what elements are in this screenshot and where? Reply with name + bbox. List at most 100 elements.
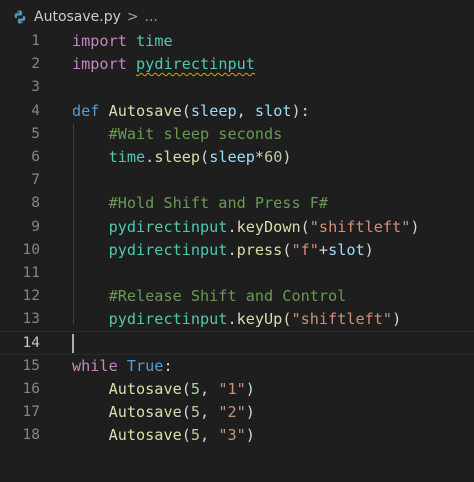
code-line[interactable]: 13 pydirectinput.keyUp("shiftleft") xyxy=(0,308,474,331)
code-token: 5 xyxy=(190,379,201,398)
code-token: 5 xyxy=(190,426,201,445)
code-token: pydirectinput xyxy=(108,310,228,329)
line-content: import time xyxy=(72,30,173,53)
code-token: Autosave xyxy=(108,379,182,398)
code-token: def xyxy=(72,101,100,120)
line-number: 1 xyxy=(31,33,40,49)
code-line[interactable]: 5 #Wait sleep seconds xyxy=(0,123,474,146)
line-content: def Autosave(sleep, slot): xyxy=(72,100,310,123)
code-line[interactable]: 7 xyxy=(0,169,474,192)
line-number: 6 xyxy=(31,148,40,165)
code-token: pydirectinput xyxy=(108,217,228,236)
code-token: ( xyxy=(181,379,191,398)
line-number: 10 xyxy=(22,241,40,258)
line-content: Autosave(5, "2") xyxy=(72,401,255,424)
code-token: "2" xyxy=(218,403,246,421)
text-cursor xyxy=(72,334,74,354)
code-token: , xyxy=(200,403,219,421)
code-line[interactable]: 8 #Hold Shift and Press F# xyxy=(0,192,474,215)
code-token: ) xyxy=(364,240,374,259)
line-number: 4 xyxy=(31,102,40,119)
code-token: time xyxy=(136,32,173,50)
code-token: slot xyxy=(254,101,292,120)
code-token: Autosave xyxy=(108,403,182,421)
code-line[interactable]: 16 Autosave(5, "1") xyxy=(0,378,474,401)
code-line[interactable]: 9 pydirectinput.keyDown("shiftleft") xyxy=(0,216,474,239)
code-line[interactable]: 11 xyxy=(0,262,474,285)
line-content: import pydirectinput xyxy=(72,53,255,76)
code-line[interactable]: 3 xyxy=(0,76,474,99)
code-token: 5 xyxy=(190,403,201,421)
line-number: 14 xyxy=(22,335,40,352)
code-token: ( xyxy=(181,426,191,445)
code-token: . xyxy=(145,147,155,166)
line-number: 16 xyxy=(22,380,40,397)
code-token: , xyxy=(200,426,219,445)
line-content: Autosave(5, "1") xyxy=(72,378,255,401)
line-number: 8 xyxy=(31,195,40,212)
code-token: , xyxy=(236,101,255,120)
code-token: sleep xyxy=(154,147,201,166)
code-token: "shiftleft" xyxy=(291,310,393,329)
code-token: 60 xyxy=(264,147,283,166)
code-editor[interactable]: Autosave.py > ... 1 import time 2 import py… xyxy=(0,0,474,482)
code-token: * xyxy=(254,147,265,166)
code-line[interactable]: 10 pydirectinput.press("f"+slot) xyxy=(0,239,474,262)
line-number: 9 xyxy=(31,218,40,235)
code-token: import xyxy=(72,55,127,74)
line-number: 18 xyxy=(22,427,40,444)
line-number: 7 xyxy=(31,172,40,189)
line-number: 11 xyxy=(22,264,40,281)
code-token: "3" xyxy=(218,426,246,445)
code-token: press xyxy=(236,240,283,259)
breadcrumb-more[interactable]: ... xyxy=(145,9,158,25)
code-line[interactable]: 4 def Autosave(sleep, slot): xyxy=(0,100,474,123)
line-content: Autosave(5, "3") xyxy=(72,424,255,447)
code-token: #Hold Shift and Press F# xyxy=(108,194,329,213)
code-line[interactable]: 6 time.sleep(sleep*60) xyxy=(0,146,474,169)
python-file-icon xyxy=(12,9,28,25)
code-line[interactable]: 2 import pydirectinput xyxy=(0,53,474,76)
breadcrumb-separator: > xyxy=(126,9,139,25)
code-token: keyUp xyxy=(236,310,283,329)
code-token: ) xyxy=(245,403,255,421)
code-token: . xyxy=(227,217,237,236)
line-content: pydirectinput.keyUp("shiftleft") xyxy=(72,308,402,331)
code-area[interactable]: 1 import time 2 import pydirectinput 3 4 def A… xyxy=(0,30,474,447)
code-line[interactable]: 12 #Release Shift and Control xyxy=(0,285,474,308)
code-line[interactable]: 18 Autosave(5, "3") xyxy=(0,424,474,447)
line-content: pydirectinput.keyDown("shiftleft") xyxy=(72,216,420,239)
code-token: . xyxy=(227,240,237,259)
line-content: #Release Shift and Control xyxy=(72,285,347,308)
code-line[interactable]: 17 Autosave(5, "2") xyxy=(0,401,474,424)
code-line[interactable]: 15 while True: xyxy=(0,355,474,378)
code-token: while xyxy=(72,356,118,375)
breadcrumb-filename[interactable]: Autosave.py xyxy=(34,9,121,25)
code-token: keyDown xyxy=(236,217,301,236)
line-content: #Wait sleep seconds xyxy=(72,123,283,146)
line-number: 2 xyxy=(31,56,40,73)
code-token: ): xyxy=(291,101,310,120)
code-token: #Wait sleep seconds xyxy=(108,124,283,143)
code-token: ) xyxy=(245,379,255,398)
line-number: 15 xyxy=(22,357,40,374)
code-line[interactable]: 14 xyxy=(0,331,474,355)
code-token: + xyxy=(318,240,329,259)
code-line[interactable]: 1 import time xyxy=(0,30,474,53)
code-token: True xyxy=(126,356,164,375)
code-token: time xyxy=(108,147,146,166)
line-number: 17 xyxy=(22,404,40,420)
code-token: Autosave xyxy=(108,101,182,120)
line-content: pydirectinput.press("f"+slot) xyxy=(72,239,374,262)
